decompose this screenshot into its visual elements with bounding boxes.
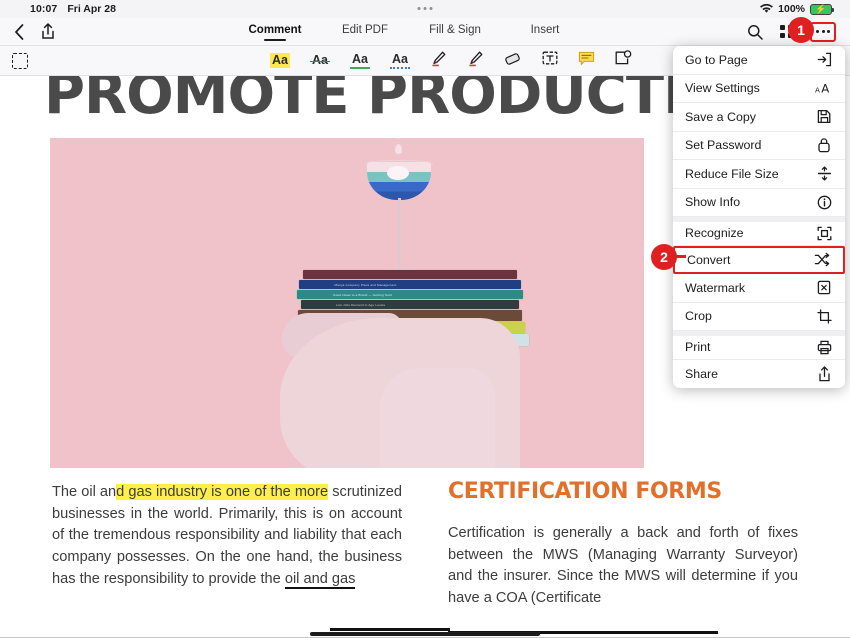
hand-wrist (380, 368, 495, 468)
status-time: 10:07 (30, 3, 58, 15)
book-spine-text: Manya Company Plans and Management (334, 282, 397, 287)
book-spine: Good Ideas to a Brand — Getting Sold (297, 290, 523, 299)
menu-item-watermark[interactable]: Watermark (673, 274, 845, 303)
highlighted-text: one of the more (225, 484, 329, 500)
book-spine: Low Jobs Demand in Age Levels (301, 300, 519, 309)
underline-annotation-extension (330, 628, 450, 631)
paragraph-segment: Certification is generally a back and fo… (448, 524, 798, 606)
menu-item-crop[interactable]: Crop (673, 303, 845, 331)
ipad-pdf-editor-screen: 10:07 Fri Apr 28 100% ⚡ Comment Edit PDF… (0, 0, 850, 638)
search-icon[interactable] (747, 24, 763, 40)
more-options-menu: Go to Page View Settings AA Save a Copy … (673, 46, 845, 388)
print-icon (815, 338, 833, 356)
tab-edit-pdf[interactable]: Edit PDF (320, 24, 410, 39)
highlighted-text: d gas industry is (116, 484, 226, 500)
menu-item-label: Share (685, 366, 719, 381)
body-text-right-column: CERTIFICATION FORMS Certification is gen… (448, 476, 798, 610)
menu-item-go-to-page[interactable]: Go to Page (673, 46, 845, 75)
underline-text-tool[interactable]: Aa (349, 52, 370, 69)
menu-item-label: View Settings (685, 81, 760, 96)
droplet-top (396, 138, 401, 139)
tab-insert[interactable]: Insert (500, 24, 590, 39)
go-to-page-icon (815, 51, 833, 69)
marker-pen-tool[interactable] (467, 50, 484, 72)
book-spine-text: Good Ideas to a Brand — Getting Sold (333, 292, 392, 297)
sticky-note-tool[interactable] (578, 51, 595, 71)
battery-percent: 100% (778, 3, 805, 15)
menu-item-label: Go to Page (685, 52, 748, 67)
recognize-ocr-icon (815, 224, 833, 242)
top-navigation-bar: Comment Edit PDF Fill & Sign Insert (0, 18, 850, 46)
underline-annotation-text: oil and gas (284, 570, 356, 589)
svg-text:A: A (815, 85, 820, 94)
status-bar: 10:07 Fri Apr 28 100% ⚡ (0, 0, 850, 18)
marquee-select-icon[interactable] (12, 52, 28, 69)
menu-item-recognize[interactable]: Recognize (673, 217, 845, 246)
lock-icon (815, 136, 833, 154)
menu-item-label: Print (685, 340, 711, 355)
menu-item-label: Crop (685, 309, 712, 324)
save-copy-icon (815, 108, 833, 126)
text-size-icon: AA (815, 79, 833, 97)
menu-item-label: Set Password (685, 138, 762, 153)
stamp-tool[interactable] (615, 50, 632, 71)
menu-item-label: Recognize (685, 226, 744, 241)
book-spine (303, 270, 517, 279)
multitask-handle-icon[interactable] (417, 7, 433, 10)
svg-text:A: A (821, 81, 829, 95)
menu-item-share[interactable]: Share (673, 360, 845, 389)
step-marker-2: 2 (651, 244, 677, 270)
highlight-text-tool[interactable]: Aa (270, 53, 290, 68)
share-up-icon[interactable] (41, 23, 55, 40)
menu-item-label: Reduce File Size (685, 166, 779, 181)
menu-item-print[interactable]: Print (673, 331, 845, 360)
menu-item-show-info[interactable]: Show Info (673, 189, 845, 217)
menu-item-set-password[interactable]: Set Password (673, 132, 845, 160)
paragraph-segment: The oil an (52, 484, 117, 500)
strikethrough-text-tool[interactable]: Aa (309, 53, 330, 68)
more-horizontal-icon (816, 30, 830, 33)
highlighter-pen-tool[interactable] (430, 50, 447, 72)
crop-icon (815, 307, 833, 325)
book-spine-text: Low Jobs Demand in Age Levels (335, 302, 386, 307)
droplet (395, 144, 402, 154)
watermark-icon (815, 279, 833, 297)
document-photo: Manya Company Plans and Management Good … (50, 138, 644, 468)
squiggly-text-tool[interactable]: Aa (389, 52, 410, 69)
ice-cube (387, 166, 409, 180)
menu-item-label: Show Info (685, 195, 741, 210)
menu-item-label: Watermark (685, 280, 746, 295)
battery-charging-icon: ⚡ (810, 3, 834, 15)
tab-comment[interactable]: Comment (230, 24, 320, 39)
editor-tab-bar: Comment Edit PDF Fill & Sign Insert (230, 24, 747, 39)
menu-item-label: Save a Copy (685, 109, 756, 124)
menu-item-convert[interactable]: Convert (673, 245, 845, 274)
glass-stem (398, 198, 401, 272)
menu-item-reduce-file-size[interactable]: Reduce File Size (673, 160, 845, 189)
home-indicator (310, 632, 540, 636)
compress-icon (815, 165, 833, 183)
eraser-tool[interactable] (504, 51, 522, 71)
info-circle-icon (815, 193, 833, 211)
body-text-left-column: The oil and gas industry is one of the m… (52, 482, 402, 591)
section-heading: CERTIFICATION FORMS (448, 479, 722, 504)
menu-item-view-settings[interactable]: View Settings AA (673, 75, 845, 103)
chevron-left-icon[interactable] (14, 23, 25, 40)
document-heading: PROMOTE PRODUCTIV (44, 76, 726, 127)
menu-item-save-a-copy[interactable]: Save a Copy (673, 103, 845, 132)
convert-shuffle-icon (813, 251, 831, 269)
share-up-icon (815, 365, 833, 383)
tab-fill-and-sign[interactable]: Fill & Sign (410, 24, 500, 39)
book-spine: Manya Company Plans and Management (299, 280, 521, 289)
step-marker-1: 1 (788, 17, 814, 43)
status-date: Fri Apr 28 (67, 3, 116, 15)
text-box-tool[interactable] (542, 50, 558, 71)
menu-item-label: Convert (687, 252, 731, 267)
wifi-icon (760, 4, 774, 14)
